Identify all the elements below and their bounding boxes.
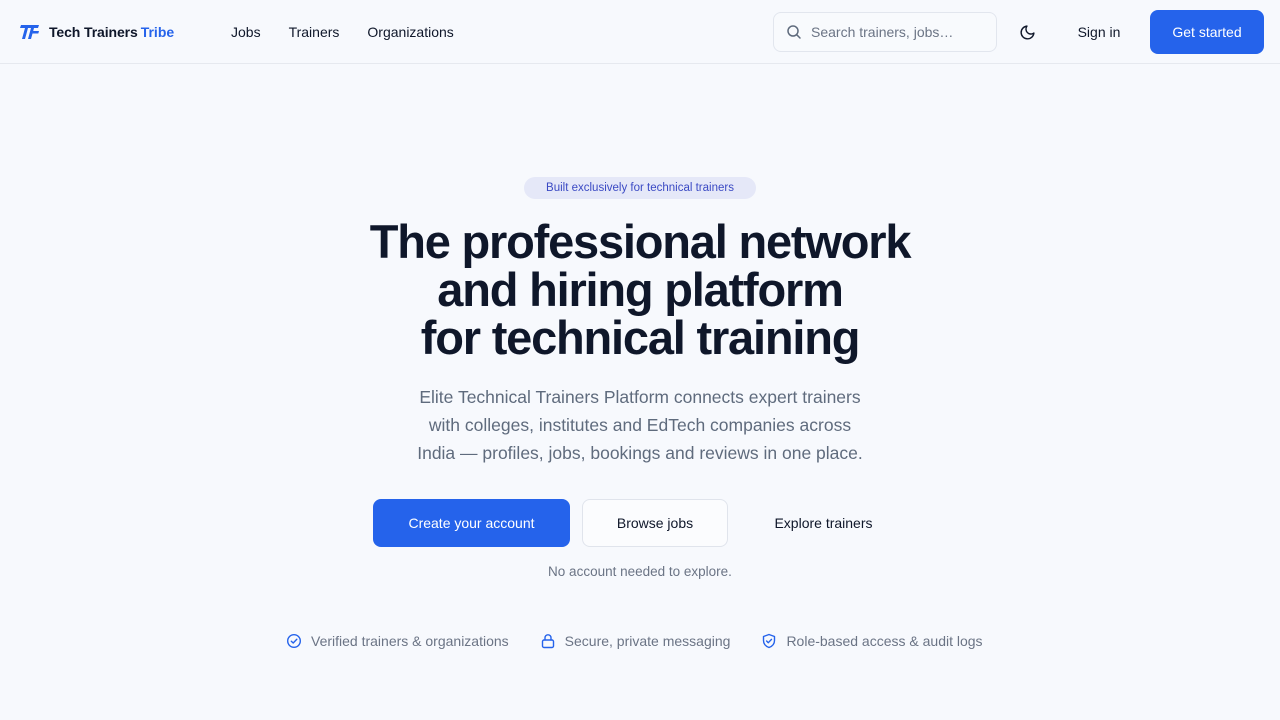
hero-subtitle: Elite Technical Trainers Platform connec… bbox=[390, 383, 890, 467]
feature-item: Verified trainers & organizations bbox=[286, 632, 509, 650]
get-started-button[interactable]: Get started bbox=[1150, 10, 1264, 54]
feature-label: Secure, private messaging bbox=[564, 633, 731, 649]
feature-label: Role-based access & audit logs bbox=[786, 633, 983, 649]
hero-title-line: and hiring platform bbox=[437, 263, 844, 316]
explore-note: No account needed to explore. bbox=[548, 564, 732, 579]
hero-subtitle-line: Elite Technical Trainers Platform connec… bbox=[419, 387, 861, 407]
create-account-button[interactable]: Create your account bbox=[373, 499, 570, 547]
feature-item: Secure, private messaging bbox=[540, 632, 731, 650]
nav-link-trainers[interactable]: Trainers bbox=[289, 23, 340, 41]
theme-toggle-button[interactable] bbox=[1012, 17, 1042, 47]
search-input[interactable] bbox=[811, 24, 991, 40]
hero-subtitle-line: India — profiles, jobs, bookings and rev… bbox=[417, 443, 863, 463]
brand-logo[interactable]: Tech Trainers Tribe bbox=[20, 22, 174, 42]
check-circle-icon bbox=[286, 633, 302, 649]
shield-check-icon bbox=[763, 633, 776, 649]
search-icon bbox=[787, 25, 801, 39]
hero-title-line: for technical training bbox=[420, 311, 861, 364]
hero-title: The professional network and hiring plat… bbox=[240, 218, 1040, 362]
nav-link-jobs[interactable]: Jobs bbox=[231, 23, 261, 41]
hero-subtitle-line: with colleges, institutes and EdTech com… bbox=[428, 415, 852, 435]
hero-badge: Built exclusively for technical trainers bbox=[524, 177, 756, 199]
main-nav: Jobs Trainers Organizations bbox=[231, 23, 482, 41]
nav-link-organizations[interactable]: Organizations bbox=[367, 23, 453, 41]
brand-name-accent: Tribe bbox=[140, 24, 175, 40]
tt-logo-icon bbox=[20, 25, 39, 39]
top-navbar: Tech Trainers Tribe Jobs Trainers Organi… bbox=[0, 0, 1280, 64]
brand-name: Tech Trainers bbox=[49, 24, 138, 40]
search-box[interactable] bbox=[773, 12, 997, 52]
feature-item: Role-based access & audit logs bbox=[761, 632, 983, 650]
hero-title-line: The professional network bbox=[369, 215, 912, 268]
lock-icon bbox=[541, 634, 554, 649]
explore-trainers-button[interactable]: Explore trainers bbox=[740, 499, 907, 547]
browse-jobs-button[interactable]: Browse jobs bbox=[582, 499, 728, 547]
sign-in-link[interactable]: Sign in bbox=[1062, 14, 1136, 50]
moon-icon bbox=[1020, 24, 1035, 39]
feature-label: Verified trainers & organizations bbox=[311, 633, 509, 649]
feature-list: Verified trainers & organizations Secure… bbox=[286, 632, 983, 650]
